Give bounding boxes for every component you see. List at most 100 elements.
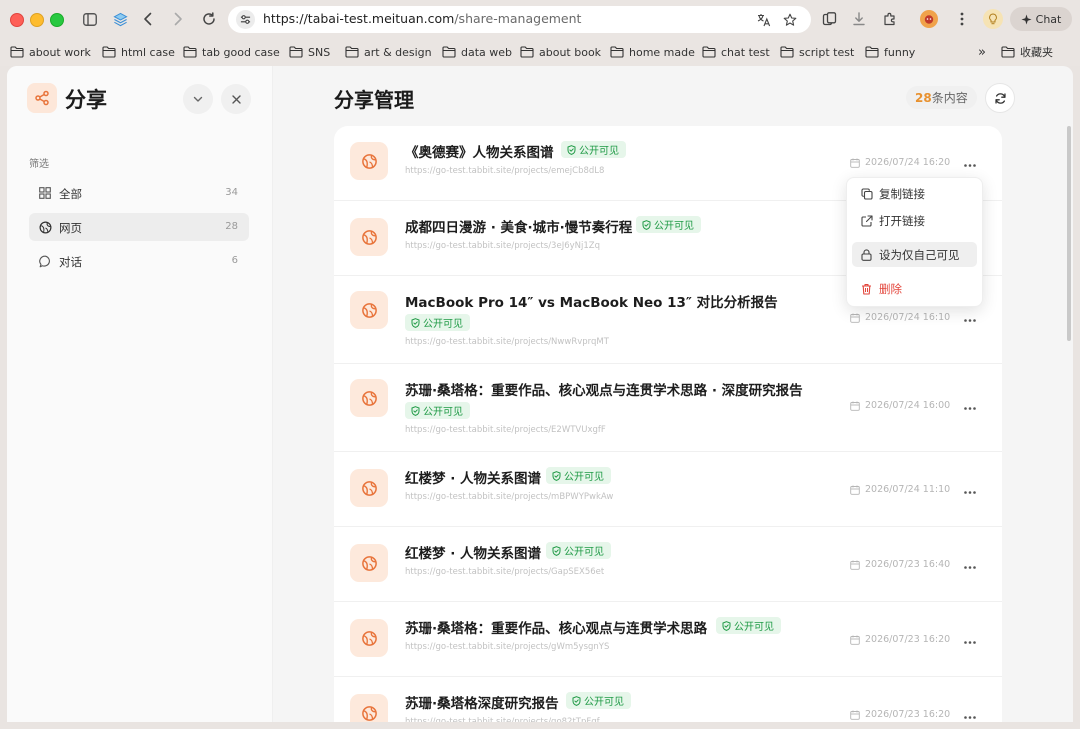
close-panel-button[interactable] — [221, 84, 251, 114]
calendar-icon — [850, 158, 860, 168]
bookmark-label: script test — [799, 45, 855, 59]
translate-icon[interactable] — [754, 10, 774, 30]
public-badge-label: 公开可见 — [423, 319, 463, 330]
back-icon[interactable] — [138, 9, 158, 29]
shield-check-icon — [552, 470, 561, 481]
open-link-menu-item[interactable]: 打开链接 — [852, 208, 977, 233]
bookmarks-overflow-button[interactable]: » — [978, 44, 986, 60]
public-badge-label: 公开可见 — [579, 146, 619, 157]
shield-check-icon — [411, 405, 420, 416]
list-item[interactable]: 红楼梦 · 人物关系图谱 公开可见 https://go-test.tabbit.s… — [334, 451, 1002, 527]
folder-icon — [345, 46, 359, 58]
favorites-folder[interactable]: 收藏夹 — [1001, 44, 1053, 60]
collapse-button[interactable] — [183, 84, 213, 114]
sidebar-item-chat[interactable]: 对话 6 — [29, 247, 249, 275]
list-item-date-text: 2026/07/23 16:20 — [865, 709, 951, 720]
extensions-icon[interactable] — [880, 9, 900, 29]
list-item-title[interactable]: 红楼梦 · 人物关系图谱 — [405, 467, 541, 487]
chat-button[interactable]: Chat — [1010, 7, 1072, 31]
list-item-date-text: 2026/07/23 16:20 — [865, 634, 951, 645]
maximize-window-button[interactable] — [50, 13, 64, 27]
reload-icon[interactable] — [199, 9, 219, 29]
url-host: https://tabai-test.meituan.com — [263, 11, 455, 26]
list-item-title[interactable]: 苏珊·桑塔格：重要作品、核心观点与连贯学术思路 — [405, 617, 707, 637]
bookmark-item[interactable]: tab good case — [183, 44, 280, 60]
profile-avatar-icon[interactable] — [919, 9, 939, 29]
folder-icon — [289, 46, 303, 58]
list-item-url: https://go-test.tabbit.site/projects/gWm… — [405, 642, 610, 652]
delete-menu-item[interactable]: 删除 — [852, 276, 977, 301]
folder-icon — [10, 46, 24, 58]
globe-icon — [350, 619, 388, 657]
close-window-button[interactable] — [10, 13, 24, 27]
bookmark-label: about work — [29, 45, 91, 59]
public-badge: 公开可见 — [561, 141, 626, 158]
row-action-menu: 复制链接 打开链接 设为仅自己可见 删除 — [846, 177, 983, 307]
list-item[interactable]: 苏珊·桑塔格：重要作品、核心观点与连贯学术思路 公开可见 https://go-te… — [334, 601, 1002, 677]
reading-list-icon[interactable] — [819, 9, 839, 29]
bookmark-item[interactable]: html case — [102, 44, 175, 60]
globe-icon — [350, 291, 388, 329]
sidebar-item-all[interactable]: 全部 34 — [29, 179, 249, 207]
sidebar-item-web[interactable]: 网页 28 — [29, 213, 249, 241]
list-item[interactable]: 苏珊·桑塔格深度研究报告 公开可见 https://go-test.tabbit.s… — [334, 676, 1002, 722]
list-item-title[interactable]: 成都四日漫游 · 美食·城市·慢节奏行程 — [405, 216, 632, 236]
set-private-menu-item[interactable]: 设为仅自己可见 — [852, 242, 977, 267]
list-item-title[interactable]: 《奥德赛》人物关系图谱 — [405, 141, 554, 161]
bookmark-item[interactable]: funny — [865, 44, 915, 60]
more-options-icon[interactable] — [960, 158, 980, 172]
list-item-url: https://go-test.tabbit.site/projects/go8… — [405, 717, 600, 722]
layers-icon[interactable] — [110, 9, 130, 29]
chevron-down-icon — [193, 96, 203, 102]
shield-check-icon — [572, 695, 581, 706]
list-item-title[interactable]: 苏珊·桑塔格：重要作品、核心观点与连贯学术思路 · 深度研究报告 — [405, 379, 803, 399]
downloads-icon[interactable] — [849, 9, 869, 29]
more-options-icon[interactable] — [960, 635, 980, 649]
refresh-button[interactable] — [985, 83, 1015, 113]
browser-window: https://tabai-test.meituan.com/share-man… — [0, 0, 1080, 729]
bookmark-item[interactable]: chat test — [702, 44, 770, 60]
list-item-date: 2026/07/23 16:20 — [850, 634, 950, 645]
copy-link-menu-item[interactable]: 复制链接 — [852, 181, 977, 206]
sidebar-item-count: 6 — [231, 255, 238, 266]
minimize-window-button[interactable] — [30, 13, 44, 27]
site-settings-icon[interactable] — [236, 10, 255, 29]
sidebar-toggle-icon[interactable] — [80, 9, 100, 29]
more-options-icon[interactable] — [960, 485, 980, 499]
forward-icon[interactable] — [168, 9, 188, 29]
list-item-title[interactable]: 红楼梦 · 人物关系图谱 — [405, 542, 541, 562]
folder-icon — [702, 46, 716, 58]
list-item-title[interactable]: 苏珊·桑塔格深度研究报告 — [405, 692, 559, 712]
list-item-title[interactable]: MacBook Pro 14″ vs MacBook Neo 13″ 对比分析报… — [405, 291, 778, 311]
list-item[interactable]: 红楼梦 · 人物关系图谱 公开可见 https://go-test.tabbit.s… — [334, 526, 1002, 602]
bookmark-item[interactable]: about work — [10, 44, 91, 60]
more-options-icon[interactable] — [960, 313, 980, 327]
bookmark-label: html case — [121, 45, 175, 59]
list-item[interactable]: 苏珊·桑塔格：重要作品、核心观点与连贯学术思路 · 深度研究报告 公开可见 http… — [334, 363, 1002, 452]
sidebar-item-count: 28 — [225, 221, 238, 232]
more-options-icon[interactable] — [960, 401, 980, 415]
bookmark-label: data web — [461, 45, 513, 59]
bookmark-star-icon[interactable] — [780, 10, 800, 30]
calendar-icon — [850, 485, 860, 495]
page-title: 分享管理 — [334, 88, 414, 112]
list-item-date: 2026/07/23 16:20 — [850, 709, 950, 720]
address-bar[interactable]: https://tabai-test.meituan.com/share-man… — [228, 6, 811, 33]
share-app: 分享 筛选 全部 34 网页 28 对话 6 分享管理 28 条内容 《奥德赛》… — [7, 66, 1073, 722]
bookmark-item[interactable]: SNS — [289, 44, 330, 60]
url-path: /share-management — [454, 11, 582, 26]
bookmark-item[interactable]: script test — [780, 44, 854, 60]
more-options-icon[interactable] — [960, 710, 980, 722]
bookmark-item[interactable]: home made — [610, 44, 695, 60]
bookmark-item[interactable]: data web — [442, 44, 512, 60]
bookmark-item[interactable]: art & design — [345, 44, 432, 60]
list-item-date: 2026/07/24 16:20 — [850, 157, 950, 168]
scrollbar[interactable] — [1067, 126, 1071, 341]
more-options-icon[interactable] — [960, 560, 980, 574]
lightbulb-icon[interactable] — [983, 9, 1003, 29]
shield-check-icon — [642, 219, 651, 230]
browser-menu-icon[interactable] — [952, 9, 972, 29]
bookmark-item[interactable]: about book — [520, 44, 601, 60]
sidebar-item-count: 34 — [225, 187, 238, 198]
bookmark-label: home made — [629, 45, 695, 59]
